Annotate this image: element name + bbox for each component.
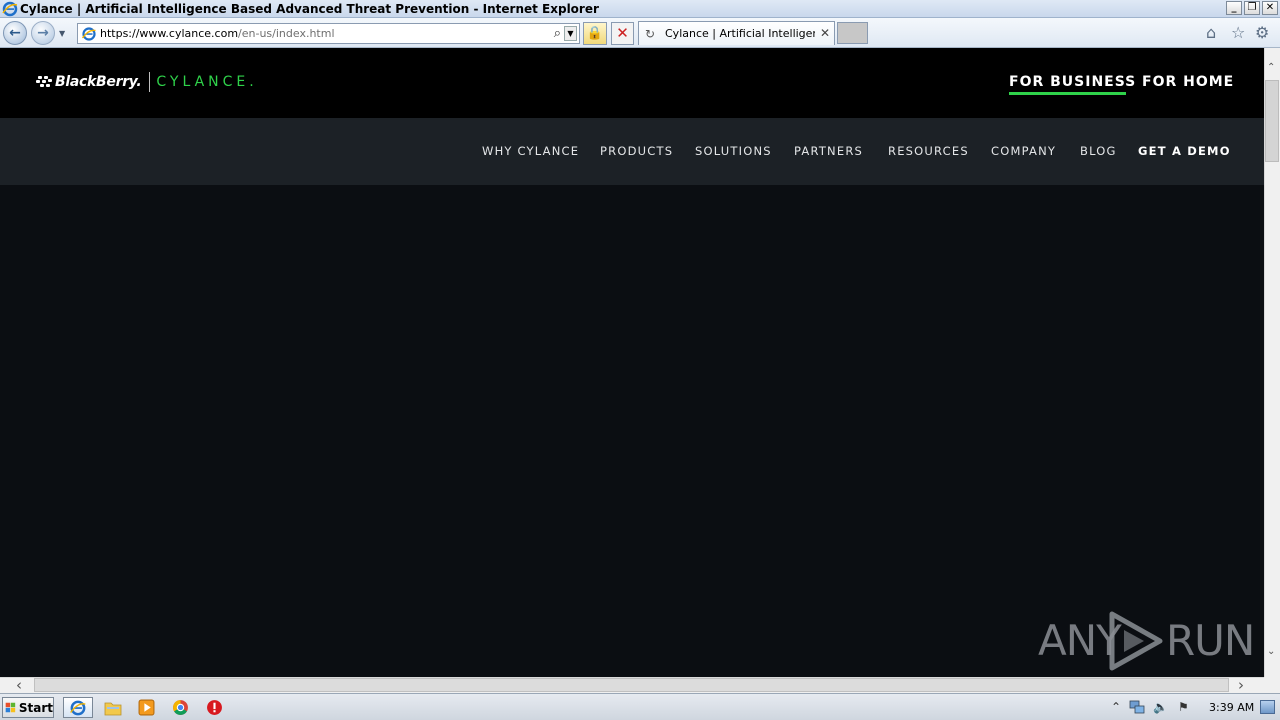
home-icon[interactable]: ⌂	[1206, 25, 1216, 41]
tray-expand-icon[interactable]: ⌃	[1111, 700, 1121, 714]
folder-icon	[104, 702, 122, 715]
media-player-icon	[138, 699, 154, 716]
scroll-left-arrow-icon[interactable]: ‹	[16, 676, 22, 694]
window-title: Cylance | Artificial Intelligence Based …	[20, 1, 599, 16]
hero-area	[0, 185, 1264, 677]
forward-button[interactable]: →	[31, 21, 55, 45]
taskbar-clock[interactable]: 3:39 AM	[1209, 701, 1254, 714]
minimize-button[interactable]: _	[1226, 1, 1242, 15]
search-icon[interactable]: ⌕	[554, 26, 561, 41]
scroll-right-arrow-icon[interactable]: ›	[1238, 676, 1244, 694]
taskbar-stop-app[interactable]	[199, 697, 229, 718]
watermark-run: RUN	[1166, 616, 1255, 665]
chrome-icon	[172, 700, 188, 715]
brand-cylance: CYLANCE.	[156, 74, 258, 90]
nav-partners[interactable]: PARTNERS	[794, 144, 863, 158]
maximize-button[interactable]: ❐	[1244, 1, 1260, 15]
lock-icon[interactable]: 🔒	[583, 22, 607, 45]
show-desktop-button[interactable]	[1260, 700, 1275, 714]
network-icon[interactable]	[1129, 700, 1145, 715]
browser-tab[interactable]: ↻ Cylance | Artificial Intelligenc... ✕	[638, 21, 835, 45]
ie-page-icon	[81, 26, 96, 41]
address-bar[interactable]: https://www.cylance.com/en-us/index.html…	[77, 23, 580, 44]
action-center-flag-icon[interactable]: ⚑	[1178, 700, 1189, 714]
vertical-scroll-thumb[interactable]	[1265, 80, 1279, 162]
back-button[interactable]: ←	[3, 21, 27, 45]
for-business-link[interactable]: FOR BUSINESS	[1009, 74, 1136, 90]
url-path: /en-us/index.html	[238, 27, 335, 40]
blackberry-cylance-logo[interactable]: BlackBerry. CYLANCE.	[36, 72, 258, 92]
favorites-star-icon[interactable]: ☆	[1231, 25, 1245, 41]
get-a-demo-button[interactable]: GET A DEMO	[1138, 144, 1231, 158]
scroll-up-arrow-icon[interactable]: ⌃	[1267, 62, 1275, 73]
anyrun-watermark: ANY RUN	[1038, 608, 1255, 672]
url-host: https://www.cylance.com	[100, 27, 239, 40]
tools-gear-icon[interactable]: ⚙	[1255, 25, 1269, 41]
start-button[interactable]: Start	[2, 697, 54, 718]
main-navigation: WHY CYLANCE PRODUCTS SOLUTIONS PARTNERS …	[0, 118, 1264, 185]
windows-flag-icon	[5, 702, 16, 713]
url-text[interactable]: https://www.cylance.com/en-us/index.html	[100, 27, 335, 40]
nav-resources[interactable]: RESOURCES	[888, 144, 969, 158]
stop-button[interactable]: ✕	[611, 22, 634, 45]
nav-blog[interactable]: BLOG	[1080, 144, 1117, 158]
blackberry-logo-icon	[36, 76, 52, 88]
address-dropdown-button[interactable]: ▼	[564, 26, 577, 41]
window-titlebar: Cylance | Artificial Intelligence Based …	[0, 0, 1280, 18]
horizontal-scroll-thumb[interactable]	[34, 678, 1229, 692]
red-stop-icon	[206, 700, 222, 715]
close-window-button[interactable]: ✕	[1262, 1, 1278, 15]
scroll-down-arrow-icon[interactable]: ⌄	[1267, 646, 1275, 657]
ie-logo-icon	[2, 1, 18, 16]
brand-blackberry: BlackBerry.	[55, 74, 142, 90]
volume-icon[interactable]: 🔈	[1153, 700, 1168, 714]
nav-company[interactable]: COMPANY	[991, 144, 1056, 158]
recent-pages-dropdown[interactable]: ▼	[59, 29, 65, 38]
active-section-underline	[1009, 92, 1126, 95]
browser-toolbar: ← → ▼ https://www.cylance.com/en-us/inde…	[0, 18, 1280, 48]
taskbar-internet-explorer[interactable]	[63, 697, 93, 718]
tab-close-icon[interactable]: ✕	[820, 26, 830, 40]
taskbar-chrome[interactable]	[165, 697, 195, 718]
windows-taskbar: Start ⌃ 🔈 ⚑ 3:39 AM	[0, 693, 1280, 720]
taskbar-media-player[interactable]	[131, 697, 161, 718]
start-label: Start	[18, 700, 53, 715]
internet-explorer-icon	[70, 700, 86, 715]
play-logo-icon	[1109, 611, 1163, 671]
logo-divider	[149, 72, 151, 92]
nav-why-cylance[interactable]: WHY CYLANCE	[482, 144, 579, 158]
scrollbar-corner	[1264, 677, 1280, 693]
nav-solutions[interactable]: SOLUTIONS	[695, 144, 772, 158]
loading-spinner-icon: ↻	[645, 26, 656, 41]
screen: Cylance | Artificial Intelligence Based …	[0, 0, 1280, 720]
new-tab-button[interactable]	[837, 22, 868, 44]
tab-title: Cylance | Artificial Intelligenc...	[665, 27, 815, 40]
nav-products[interactable]: PRODUCTS	[600, 144, 673, 158]
site-header: BlackBerry. CYLANCE. FOR BUSINESS FOR HO…	[0, 48, 1264, 118]
for-home-link[interactable]: FOR HOME	[1142, 74, 1234, 90]
taskbar-file-explorer[interactable]	[98, 697, 128, 718]
window-controls: _ ❐ ✕	[1226, 1, 1278, 15]
